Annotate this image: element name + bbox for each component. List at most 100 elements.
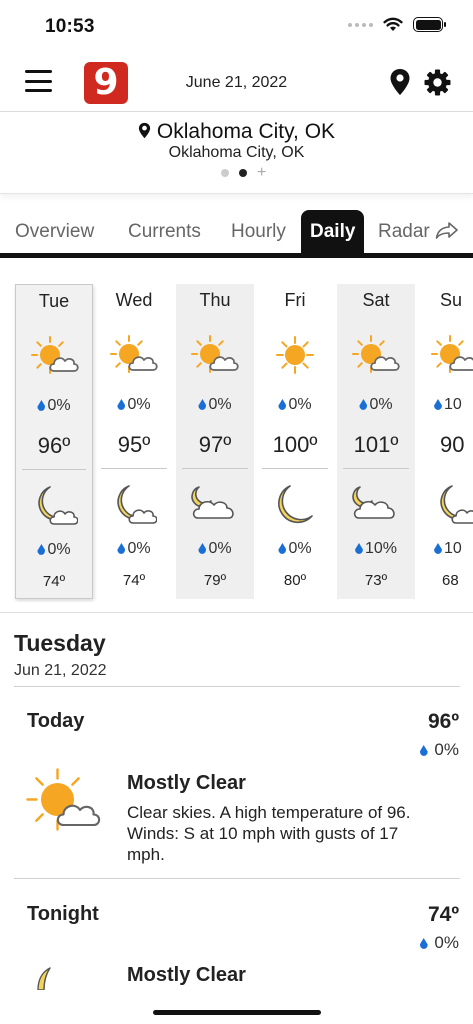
tab-radar[interactable]: Radar — [378, 210, 459, 253]
tab-radar-label: Radar — [378, 221, 430, 242]
partly-sunny-icon — [26, 768, 101, 831]
location-bar[interactable]: Oklahoma City, OK Oklahoma City, OK + — [0, 112, 473, 194]
day-high-temp: 101º — [353, 432, 399, 457]
day-low-temp: 73º — [364, 572, 388, 589]
partly-sunny-icon — [110, 335, 158, 373]
cloud-moon-icon — [191, 486, 234, 519]
partly-sunny-icon — [352, 335, 400, 373]
day-divider — [262, 468, 328, 469]
night-precip: 0% — [176, 540, 254, 558]
moon-icon — [37, 967, 51, 990]
cloud-moon-icon — [352, 486, 395, 519]
status-time: 10:53 — [45, 16, 95, 37]
day-divider — [182, 468, 248, 469]
period-description: Clear skies. A high temperature of 96. W… — [127, 803, 411, 864]
page-dot[interactable] — [221, 169, 229, 177]
period-precip: 0% — [419, 740, 459, 760]
tab-daily[interactable]: Daily — [301, 210, 365, 253]
tab-currents[interactable]: Currents — [128, 210, 201, 253]
period-name: Tonight — [27, 903, 99, 925]
wifi-icon — [383, 17, 403, 31]
day-precip: 0% — [176, 396, 254, 414]
day-low-temp: 68 — [442, 572, 459, 589]
day-card-fri[interactable]: Fri 0% 100º 0% 80º — [256, 284, 334, 599]
location-page-indicator[interactable]: + — [221, 165, 266, 181]
day-card-tue[interactable]: Tue 0% 96º 0% 74º — [15, 284, 93, 599]
period-precip-value: 0% — [434, 933, 459, 952]
day-low-temp: 79º — [203, 572, 227, 589]
day-precip-value: 10 — [444, 396, 462, 413]
moon-cloud-icon — [117, 485, 157, 524]
partly-sunny-icon — [431, 335, 473, 373]
night-precip-value: 0% — [208, 540, 232, 557]
day-high-temp: 100º — [272, 432, 318, 457]
period-name: Today — [27, 710, 85, 732]
status-icons — [348, 17, 446, 32]
day-precip: 0% — [95, 396, 173, 414]
detail-day-title: Tuesday — [14, 630, 106, 656]
day-high-temp: 96º — [37, 433, 71, 458]
night-precip: 10% — [337, 540, 415, 558]
raindrop-icon — [117, 399, 126, 410]
night-precip: 0% — [16, 541, 92, 559]
day-precip-value: 0% — [288, 396, 312, 413]
day-precip: 10 — [434, 396, 462, 414]
day-name: Thu — [199, 290, 231, 310]
page-dot-active[interactable] — [239, 169, 247, 177]
daily-forecast-strip[interactable]: Tue 0% 96º 0% 74º Wed 0% 95º 0% 74º Thu … — [0, 284, 473, 602]
period-condition: Mostly Clear — [127, 964, 246, 986]
raindrop-icon — [198, 399, 207, 410]
day-divider — [22, 469, 86, 470]
day-precip-value: 0% — [127, 396, 151, 413]
status-bar: 10:53 — [0, 0, 473, 52]
raindrop-icon — [198, 543, 207, 554]
raindrop-icon — [37, 544, 46, 555]
day-low-temp: 80º — [283, 572, 307, 589]
gear-icon[interactable] — [424, 69, 451, 96]
day-card-sat[interactable]: Sat 0% 101º 10% 73º — [337, 284, 415, 599]
add-location-icon[interactable]: + — [257, 165, 266, 181]
location-pin-icon[interactable] — [389, 68, 411, 96]
day-name: Wed — [115, 290, 153, 310]
day-precip: 0% — [256, 396, 334, 414]
share-arrow-icon — [435, 222, 458, 239]
period-temp: 74º — [427, 903, 459, 926]
raindrop-icon — [419, 938, 428, 949]
detail-divider — [14, 686, 460, 687]
night-precip: 10 — [434, 540, 462, 558]
moon-cloud-icon — [38, 486, 78, 525]
day-precip: 0% — [16, 397, 92, 415]
day-precip-value: 0% — [47, 397, 71, 414]
section-divider — [0, 612, 473, 613]
day-card-wed[interactable]: Wed 0% 95º 0% 74º — [95, 284, 173, 599]
night-precip-value: 0% — [47, 541, 71, 558]
raindrop-icon — [354, 543, 363, 554]
battery-icon — [413, 17, 446, 32]
period-precip-value: 0% — [434, 740, 459, 759]
day-name: Sat — [362, 290, 390, 310]
day-name: Tue — [38, 291, 70, 311]
sun-icon — [276, 336, 314, 374]
partly-sunny-icon — [31, 336, 79, 374]
app-header: 9 June 21, 2022 — [0, 52, 473, 112]
day-card-sun[interactable]: Su 10 90 10 68 — [418, 284, 473, 599]
day-high-temp: 97º — [198, 432, 232, 457]
location-secondary: Oklahoma City, OK — [168, 144, 305, 161]
night-precip-value: 10% — [364, 540, 398, 557]
raindrop-icon — [117, 543, 126, 554]
day-name: Su — [440, 290, 463, 310]
day-precip: 0% — [337, 396, 415, 414]
day-low-temp: 74º — [42, 573, 66, 590]
home-indicator[interactable] — [153, 1010, 321, 1015]
period-temp: 96º — [427, 710, 459, 733]
tab-overview[interactable]: Overview — [15, 210, 94, 253]
day-low-temp: 74º — [122, 572, 146, 589]
day-high-temp: 95º — [117, 432, 151, 457]
partly-sunny-icon — [191, 335, 239, 373]
cellular-signal-icon — [348, 22, 373, 27]
location-primary-label: Oklahoma City, OK — [156, 120, 336, 143]
day-precip-value: 0% — [369, 396, 393, 413]
tab-hourly[interactable]: Hourly — [231, 210, 286, 253]
raindrop-icon — [278, 399, 287, 410]
day-card-thu[interactable]: Thu 0% 97º 0% 79º — [176, 284, 254, 599]
